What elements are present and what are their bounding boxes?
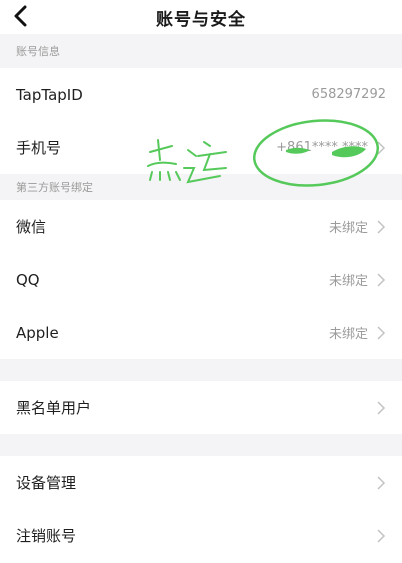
chevron-right-icon [377, 325, 386, 340]
apple-label: Apple [16, 323, 59, 342]
deactivate-label: 注销账号 [16, 527, 77, 545]
row-deactivate[interactable]: 注销账号 [0, 509, 402, 562]
qq-label: QQ [16, 270, 40, 289]
row-qq[interactable]: QQ 未绑定 [0, 253, 402, 306]
chevron-right-icon [377, 475, 386, 490]
back-button[interactable] [8, 2, 34, 30]
qq-status: 未绑定 [328, 274, 368, 289]
row-devices[interactable]: 设备管理 [0, 456, 402, 509]
row-wechat[interactable]: 微信 未绑定 [0, 200, 402, 253]
chevron-right-icon [377, 528, 386, 543]
chevron-right-icon [377, 219, 386, 234]
section-divider [0, 434, 402, 456]
section-header-account-info: 账号信息 [0, 34, 402, 68]
devices-label: 设备管理 [16, 474, 77, 492]
row-phone[interactable]: 手机号 +861**** **** [0, 121, 402, 174]
nav-bar: 账号与安全 [0, 0, 402, 34]
wechat-label: 微信 [16, 218, 47, 236]
taptapid-value: 658297292 [311, 87, 386, 102]
blacklist-label: 黑名单用户 [16, 399, 92, 417]
chevron-right-icon [377, 272, 386, 287]
chevron-right-icon [377, 400, 386, 415]
apple-status: 未绑定 [328, 327, 368, 342]
page-title: 账号与安全 [156, 9, 246, 30]
phone-value: +861**** **** [276, 140, 368, 155]
row-blacklist[interactable]: 黑名单用户 [0, 381, 402, 434]
chevron-right-icon [377, 140, 386, 155]
phone-label: 手机号 [16, 139, 62, 157]
row-taptapid[interactable]: TapTapID 658297292 [0, 68, 402, 121]
section-divider [0, 359, 402, 381]
wechat-status: 未绑定 [328, 221, 368, 236]
row-apple[interactable]: Apple 未绑定 [0, 306, 402, 359]
section-header-third-party: 第三方账号绑定 [0, 174, 402, 200]
taptapid-label: TapTapID [16, 85, 83, 104]
back-arrow-icon [14, 5, 27, 27]
